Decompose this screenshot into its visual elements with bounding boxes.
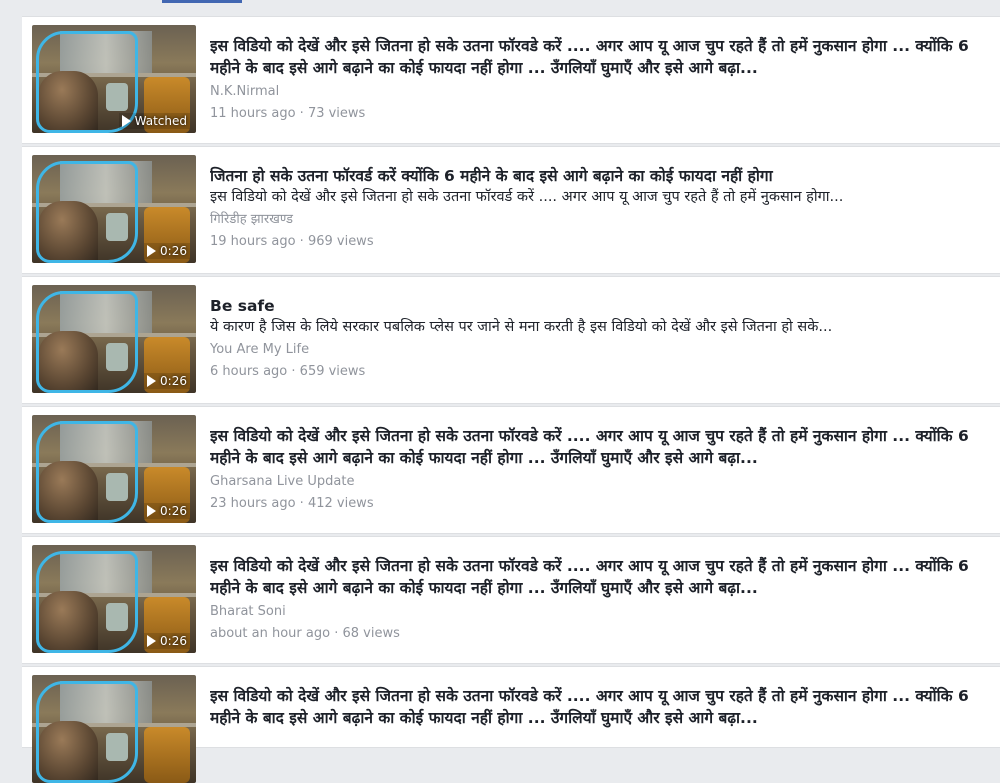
video-meta: 6 hours ago · 659 views [210,364,366,379]
play-icon [147,505,157,517]
video-result[interactable]: 0:26 जितना हो सके उतना फॉरवर्ड करें क्यो… [22,146,1000,274]
badge-label: 0:26 [160,374,187,388]
video-title[interactable]: इस विडियो को देखें और इसे जितना हो सके उ… [210,425,982,469]
video-author[interactable]: You Are My Life [210,341,982,359]
video-results-list: Watched इस विडियो को देखें और इसे जितना … [22,16,1000,783]
active-tab-indicator [162,0,242,3]
video-thumbnail[interactable]: 0:26 [32,545,196,653]
video-meta: about an hour ago · 68 views [210,626,400,641]
video-title[interactable]: इस विडियो को देखें और इसे जितना हो सके उ… [210,35,982,79]
video-author[interactable]: Gharsana Live Update [210,473,982,491]
video-meta: 19 hours ago · 969 views [210,234,374,249]
duration-badge: 0:26 [144,373,190,389]
duration-badge: 0:26 [144,243,190,259]
video-result[interactable]: 0:26 Be safe ये कारण है जिस के लिये सरका… [22,276,1000,404]
video-thumbnail[interactable] [32,675,196,783]
video-title[interactable]: इस विडियो को देखें और इसे जितना हो सके उ… [210,555,982,599]
badge-label: 0:26 [160,504,187,518]
video-description: इस विडियो को देखें और इसे जितना हो सके उ… [210,189,844,205]
video-title[interactable]: इस विडियो को देखें और इसे जितना हो सके उ… [210,685,982,729]
video-thumbnail[interactable]: 0:26 [32,415,196,523]
video-result[interactable]: 0:26 इस विडियो को देखें और इसे जितना हो … [22,406,1000,534]
video-title[interactable]: जितना हो सके उतना फॉरवर्ड करें क्योंकि 6… [210,165,982,187]
video-time[interactable]: 23 hours ago [210,496,296,511]
video-meta: 23 hours ago · 412 views [210,496,374,511]
badge-label: Watched [134,114,187,128]
video-result[interactable]: 0:26 इस विडियो को देखें और इसे जितना हो … [22,536,1000,664]
video-author[interactable]: गिरिडीह झारखण्ड [210,211,982,229]
video-time[interactable]: 11 hours ago [210,106,296,121]
video-time[interactable]: 19 hours ago [210,234,296,249]
video-views: 412 views [307,496,374,511]
watched-badge: Watched [118,113,190,129]
video-thumbnail[interactable]: 0:26 [32,285,196,393]
play-icon [147,635,157,647]
badge-label: 0:26 [160,244,187,258]
play-icon [147,375,157,387]
video-views: 659 views [299,364,366,379]
video-result[interactable]: Watched इस विडियो को देखें और इसे जितना … [22,16,1000,144]
video-author[interactable]: Bharat Soni [210,603,982,621]
video-views: 73 views [307,106,366,121]
video-time[interactable]: about an hour ago [210,626,330,641]
video-result[interactable]: इस विडियो को देखें और इसे जितना हो सके उ… [22,666,1000,783]
video-author[interactable]: N.K.Nirmal [210,83,982,101]
play-icon [121,115,131,127]
video-views: 68 views [342,626,400,641]
video-time[interactable]: 6 hours ago [210,364,287,379]
video-meta: 11 hours ago · 73 views [210,106,366,121]
duration-badge: 0:26 [144,633,190,649]
video-views: 969 views [307,234,374,249]
badge-label: 0:26 [160,634,187,648]
video-description: ये कारण है जिस के लिये सरकार पबलिक प्लेस… [210,319,833,335]
video-thumbnail[interactable]: Watched [32,25,196,133]
video-thumbnail[interactable]: 0:26 [32,155,196,263]
duration-badge: 0:26 [144,503,190,519]
play-icon [147,245,157,257]
video-title[interactable]: Be safe [210,295,982,317]
